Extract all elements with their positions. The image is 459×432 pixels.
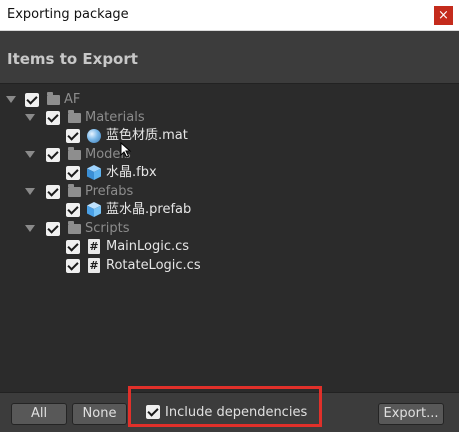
mouse-cursor-icon xyxy=(120,142,132,158)
select-all-button[interactable]: All xyxy=(11,403,67,425)
include-dependencies-label[interactable]: Include dependencies xyxy=(165,404,307,422)
tree-row-prefabs[interactable]: Prefabs xyxy=(0,183,459,201)
folder-icon xyxy=(47,92,60,105)
tree-row-materials[interactable]: Materials xyxy=(0,109,459,127)
expand-arrow-icon[interactable] xyxy=(25,188,35,195)
include-dependencies-checkbox[interactable] xyxy=(146,405,160,419)
tree-label-materials: Materials xyxy=(85,110,145,125)
expand-arrow-icon[interactable] xyxy=(25,225,35,232)
tree-row-rotatelogic[interactable]: # RotateLogic.cs xyxy=(0,257,459,275)
tree-row-scripts[interactable]: Scripts xyxy=(0,220,459,238)
tree-row-mainlogic[interactable]: # MainLogic.cs xyxy=(0,238,459,256)
export-header: Items to Export xyxy=(0,31,459,84)
prefabs-checkbox[interactable] xyxy=(46,185,60,199)
materials-checkbox[interactable] xyxy=(46,111,60,125)
csharp-script-icon: # xyxy=(88,239,100,254)
tree-label-crystal-fbx: 水晶.fbx xyxy=(106,165,157,180)
tree-row-af[interactable]: AF xyxy=(0,91,459,109)
tree-label-af: AF xyxy=(64,92,81,107)
tree-row-models[interactable]: Models xyxy=(0,146,459,164)
blue-crystal-prefab-checkbox[interactable] xyxy=(66,203,80,217)
select-none-button[interactable]: None xyxy=(72,403,127,425)
csharp-script-icon: # xyxy=(88,258,100,273)
export-tree: AF Materials 蓝色材质.mat Models 水晶.fbx Pref… xyxy=(0,85,459,392)
export-footer: All None Include dependencies Export... xyxy=(0,392,459,432)
tree-label-blue-crystal-prefab: 蓝水晶.prefab xyxy=(106,202,192,217)
folder-icon xyxy=(68,184,81,197)
rotatelogic-checkbox[interactable] xyxy=(66,259,80,273)
models-checkbox[interactable] xyxy=(46,148,60,162)
expand-arrow-icon[interactable] xyxy=(25,151,35,158)
model-cube-icon xyxy=(87,165,101,180)
folder-icon xyxy=(68,147,81,160)
close-button[interactable]: × xyxy=(434,6,453,25)
tree-label-prefabs: Prefabs xyxy=(85,184,134,199)
expand-arrow-icon[interactable] xyxy=(25,114,35,121)
blue-material-checkbox[interactable] xyxy=(66,129,80,143)
crystal-fbx-checkbox[interactable] xyxy=(66,166,80,180)
items-to-export-heading: Items to Export xyxy=(7,50,138,68)
prefab-cube-icon xyxy=(87,202,101,217)
tree-label-mainlogic: MainLogic.cs xyxy=(106,239,190,254)
expand-arrow-icon[interactable] xyxy=(6,96,16,103)
tree-row-blue-crystal-prefab[interactable]: 蓝水晶.prefab xyxy=(0,201,459,219)
tree-row-blue-material[interactable]: 蓝色材质.mat xyxy=(0,127,459,145)
export-button[interactable]: Export... xyxy=(378,403,444,425)
tree-label-scripts: Scripts xyxy=(85,221,130,236)
mainlogic-checkbox[interactable] xyxy=(66,240,80,254)
folder-icon xyxy=(68,110,81,123)
tree-label-rotatelogic: RotateLogic.cs xyxy=(106,258,201,273)
material-icon xyxy=(87,129,101,143)
folder-icon xyxy=(68,221,81,234)
af-checkbox[interactable] xyxy=(25,93,39,107)
window-title: Exporting package xyxy=(7,7,129,22)
window-title-bar: Exporting package × xyxy=(0,0,459,31)
tree-label-blue-material: 蓝色材质.mat xyxy=(106,128,188,143)
scripts-checkbox[interactable] xyxy=(46,222,60,236)
tree-row-crystal-fbx[interactable]: 水晶.fbx xyxy=(0,164,459,182)
